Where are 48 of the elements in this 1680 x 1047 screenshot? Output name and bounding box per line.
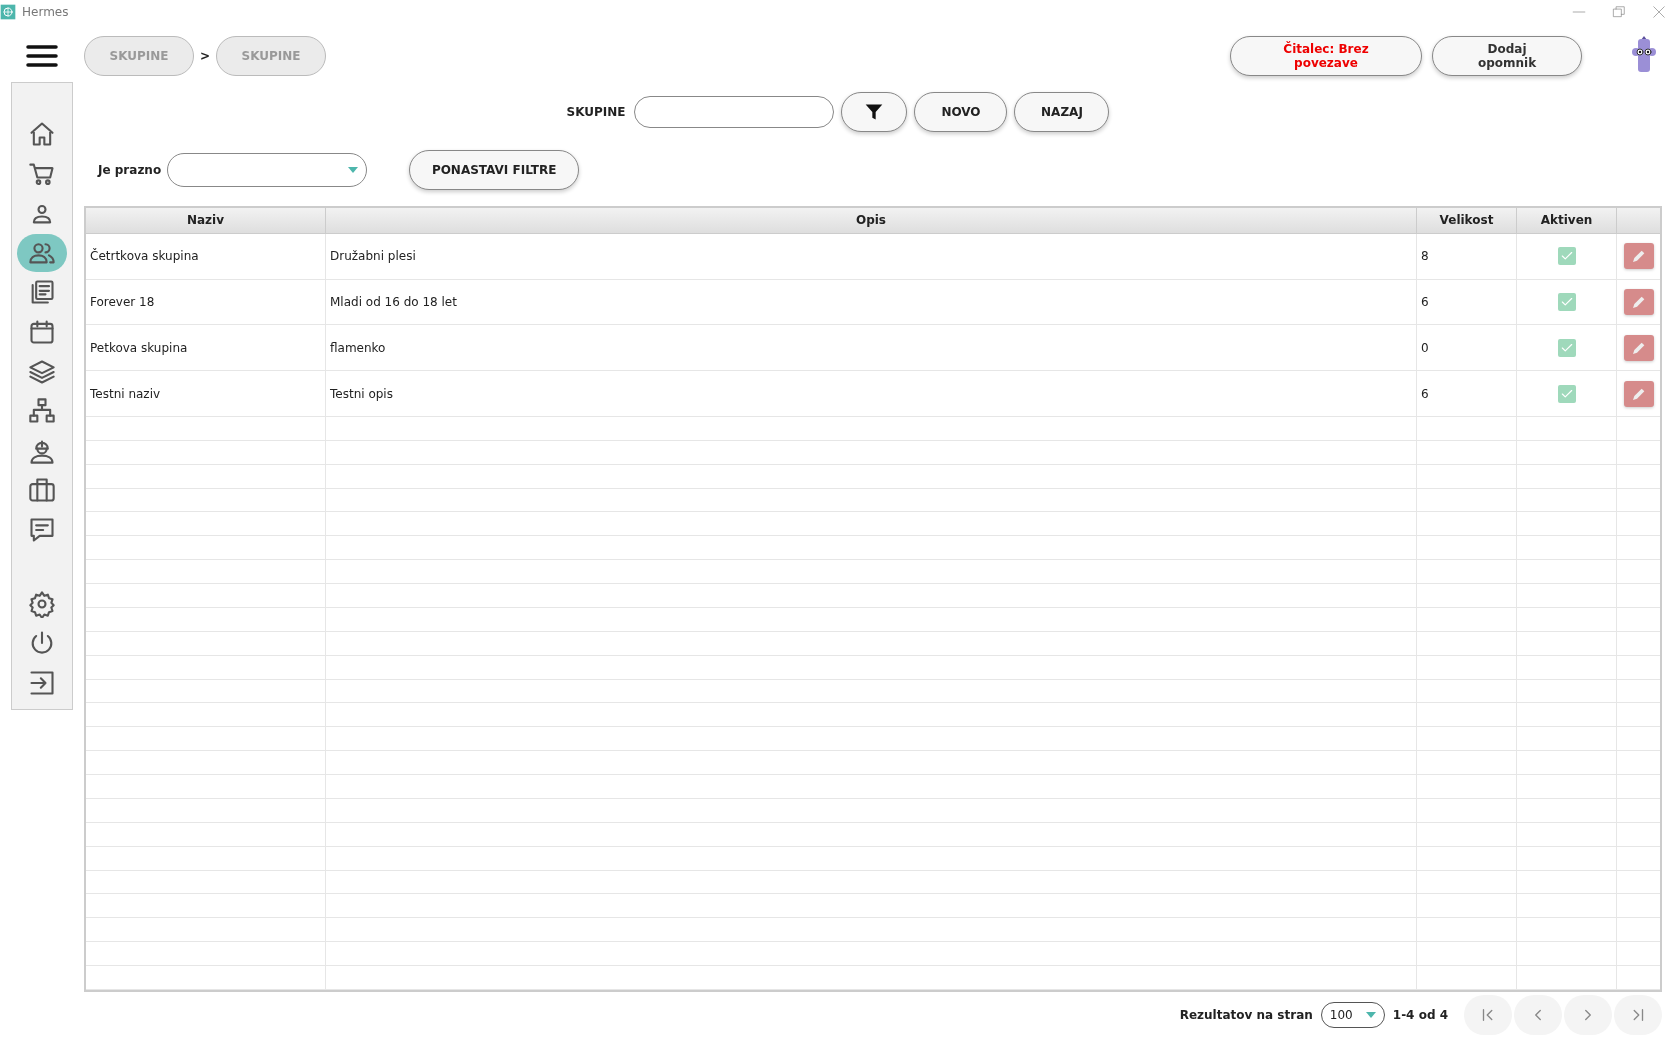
settings-icon xyxy=(28,589,56,618)
breadcrumb-separator: > xyxy=(200,49,211,63)
active-checkbox[interactable] xyxy=(1557,384,1576,403)
table-cell: Družabni plesi xyxy=(326,233,1417,279)
reader-status-button[interactable]: Čitalec: Brez povezave xyxy=(1230,36,1422,76)
pencil-icon xyxy=(1630,248,1647,265)
filter-label: Je prazno xyxy=(98,163,162,177)
reset-filters-button[interactable]: PONASTAVI FILTRE xyxy=(409,150,580,190)
reminder-button[interactable]: Dodaj opomnik xyxy=(1432,36,1582,76)
sidebar-item[interactable] xyxy=(17,233,67,272)
table-cell: Testni opis xyxy=(326,371,1417,416)
checkmark-icon xyxy=(1559,295,1574,309)
table-cell: 8 xyxy=(1417,233,1517,279)
table-cell: Petkova skupina xyxy=(86,325,326,371)
message-icon xyxy=(28,515,56,544)
table-cell: 0 xyxy=(1417,325,1517,371)
empty-filter-dropdown[interactable] xyxy=(167,153,368,187)
table-cell: flamenko xyxy=(326,325,1417,371)
menu-icon[interactable] xyxy=(26,44,58,68)
filter-button[interactable] xyxy=(841,92,908,132)
new-button[interactable]: NOVO xyxy=(914,92,1008,132)
briefcase-icon xyxy=(28,476,56,505)
search-label: SKUPINE xyxy=(566,105,626,119)
calendar-icon xyxy=(28,317,56,346)
active-checkbox[interactable] xyxy=(1557,247,1576,266)
column-header: Velikost xyxy=(1417,208,1517,233)
active-checkbox[interactable] xyxy=(1557,293,1576,311)
column-header: Opis xyxy=(326,208,1417,233)
column-header: Aktiven xyxy=(1517,208,1617,233)
back-button[interactable]: NAZAJ xyxy=(1014,92,1110,132)
page-range-text: 1-4 od 4 xyxy=(1392,1008,1448,1022)
active-checkbox[interactable] xyxy=(1557,338,1576,357)
window-title: Hermes xyxy=(22,5,69,19)
table-cell: 6 xyxy=(1417,371,1517,416)
table-cell: Četrtkova skupina xyxy=(86,233,326,279)
caret-icon xyxy=(348,167,359,173)
column-header: Naziv xyxy=(86,208,326,233)
table-cell: Testni naziv xyxy=(86,371,326,416)
table-cell: Forever 18 xyxy=(86,279,326,325)
page-size-label: Rezultatov na stran xyxy=(1179,1008,1313,1022)
table-cell: 6 xyxy=(1417,279,1517,325)
logout-icon xyxy=(28,668,56,697)
home-icon xyxy=(28,120,56,148)
network-icon xyxy=(28,397,56,426)
app-logo-icon xyxy=(0,4,16,20)
table-cell: Mladi od 16 do 18 let xyxy=(326,279,1417,325)
caret-icon xyxy=(1365,1012,1376,1018)
pencil-icon xyxy=(1630,294,1647,310)
